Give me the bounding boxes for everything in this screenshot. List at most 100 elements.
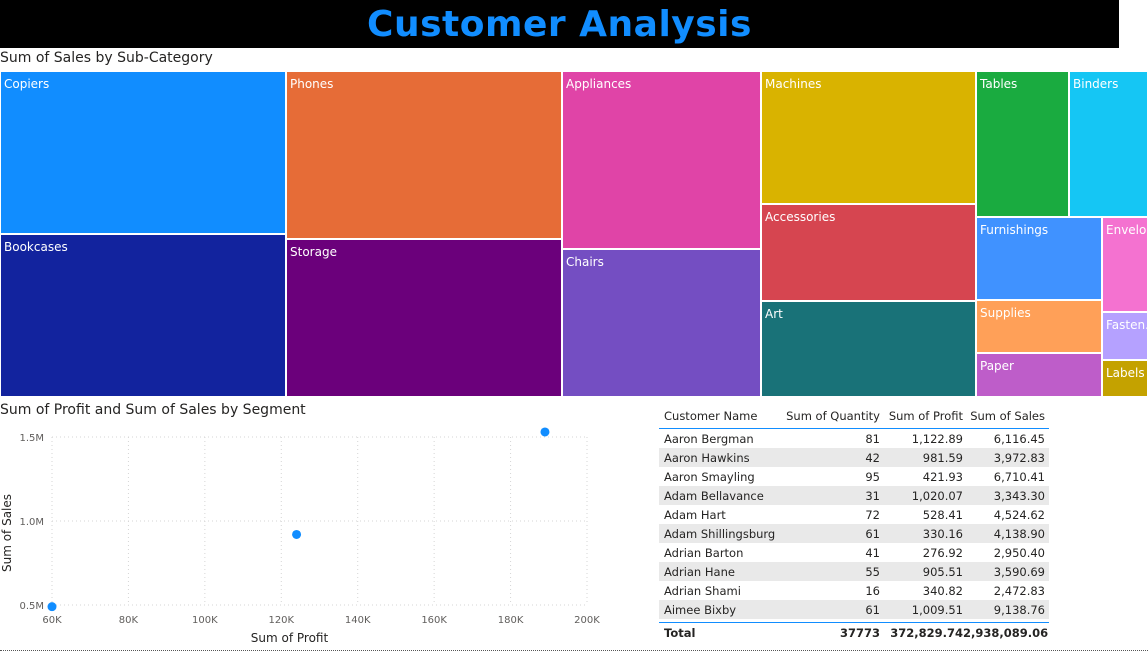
customer-table: Customer Name Sum of Quantity Sum of Pro… (659, 404, 1049, 642)
cell-profit: 905.51 (922, 564, 963, 579)
x-tick-label: 80K (119, 615, 139, 626)
column-header-customer-name[interactable]: Customer Name (659, 409, 783, 423)
treemap-tile-label: Art (765, 307, 783, 321)
total-quantity: 37773 (839, 625, 880, 640)
cell-profit: 340.82 (922, 583, 963, 598)
treemap-tile-phones[interactable]: Phones (286, 71, 562, 239)
treemap-tile-label: Tables (980, 77, 1018, 91)
cell-quantity: 81 (865, 431, 880, 446)
treemap-tile-bookcases[interactable]: Bookcases (0, 234, 286, 397)
scatter-point[interactable] (540, 427, 550, 437)
y-tick-label: 1.0M (19, 517, 44, 528)
scatter-point[interactable] (292, 529, 302, 539)
treemap-tile-envelo[interactable]: Envelo... (1102, 217, 1148, 312)
treemap-tile-label: Furnishings (980, 223, 1049, 237)
x-tick-label: 100K (192, 615, 218, 626)
scatter-point[interactable] (47, 602, 57, 612)
column-header-sum-of-profit[interactable]: Sum of Profit (880, 409, 963, 423)
cell-profit: 528.41 (922, 507, 963, 522)
table-row[interactable]: Aimee Bixby 61 1,009.51 9,138.76 (659, 600, 1049, 619)
table-row[interactable]: Adam Shillingsburg 61 330.16 4,138.90 (659, 524, 1049, 543)
cell-customer-name: Adam Bellavance (664, 488, 764, 503)
treemap-tile-label: Phones (290, 77, 334, 91)
profit-sales-scatter-chart: 60K 80K 100K 120K 140K 160K 180K 200K 0.5M 1.0M 1.… (0, 427, 600, 645)
cell-customer-name: Aaron Smayling (664, 469, 755, 484)
treemap-tile-chairs[interactable]: Chairs (562, 249, 761, 397)
treemap-tile-label: Machines (765, 77, 822, 91)
treemap-tile-machines[interactable]: Machines (761, 71, 976, 204)
treemap-tile-label: Accessories (765, 210, 836, 224)
treemap-tile-label: Chairs (566, 255, 604, 269)
cell-sales: 3,590.69 (993, 564, 1045, 579)
treemap-tile-art[interactable]: Art (761, 301, 976, 397)
table-row[interactable]: Adrian Shami 16 340.82 2,472.83 (659, 581, 1049, 600)
cell-sales: 2,472.83 (993, 583, 1045, 598)
cell-sales: 4,138.90 (993, 526, 1045, 541)
x-tick-label: 60K (42, 615, 62, 626)
treemap-tile-label: Copiers (4, 77, 50, 91)
table-row[interactable]: Adam Bellavance 31 1,020.07 3,343.30 (659, 486, 1049, 505)
cell-sales: 6,710.41 (993, 469, 1045, 484)
cell-profit: 330.16 (922, 526, 963, 541)
table-body: Aaron Bergman 81 1,122.89 6,116.45 Aaron Ha… (659, 429, 1049, 619)
cell-customer-name: Adrian Barton (664, 545, 744, 560)
cell-profit: 1,020.07 (911, 488, 963, 503)
total-sales: 2,938,089.06 (963, 625, 1049, 640)
treemap-tile-paper[interactable]: Paper (976, 353, 1102, 397)
column-header-sum-of-sales[interactable]: Sum of Sales (963, 409, 1045, 423)
table-row[interactable]: Aaron Hawkins 42 981.59 3,972.83 (659, 448, 1049, 467)
cell-customer-name: Aaron Bergman (664, 431, 754, 446)
x-axis-title: Sum of Profit (251, 631, 329, 645)
cell-sales: 6,116.45 (993, 431, 1045, 446)
treemap-tile-storage[interactable]: Storage (286, 239, 562, 397)
x-tick-label: 200K (574, 615, 600, 626)
cell-sales: 9,138.76 (993, 602, 1045, 617)
total-label: Total (664, 625, 696, 640)
cell-quantity: 31 (865, 488, 880, 503)
treemap-tile-fasten[interactable]: Fasten... (1102, 312, 1148, 360)
table-row[interactable]: Adrian Barton 41 276.92 2,950.40 (659, 543, 1049, 562)
cell-sales: 2,950.40 (993, 545, 1045, 560)
cell-profit: 1,009.51 (911, 602, 963, 617)
cell-profit: 276.92 (922, 545, 963, 560)
treemap-tile-label: Binders (1073, 77, 1119, 91)
cell-quantity: 95 (865, 469, 880, 484)
sales-by-subcategory-treemap: Copiers Bookcases Phones Storage Appliances C… (0, 71, 1148, 397)
cell-customer-name: Adam Hart (664, 507, 726, 522)
treemap-tile-appliances[interactable]: Appliances (562, 71, 761, 249)
cell-profit: 981.59 (922, 450, 963, 465)
treemap-tile-label: Paper (980, 359, 1014, 373)
treemap-tile-binders[interactable]: Binders (1069, 71, 1148, 217)
column-header-sum-of-quantity[interactable]: Sum of Quantity (783, 409, 880, 423)
page-bottom-divider (0, 650, 1148, 651)
cell-quantity: 55 (865, 564, 880, 579)
cell-quantity: 41 (865, 545, 880, 560)
cell-profit: 421.93 (922, 469, 963, 484)
cell-customer-name: Adrian Shami (664, 583, 741, 598)
treemap-tile-label: Bookcases (4, 240, 68, 254)
cell-quantity: 72 (865, 507, 880, 522)
treemap-tile-label: Storage (290, 245, 337, 259)
report-title: Customer Analysis (367, 3, 752, 45)
cell-customer-name: Aaron Hawkins (664, 450, 750, 465)
table-row[interactable]: Aaron Bergman 81 1,122.89 6,116.45 (659, 429, 1049, 448)
treemap-tile-label: Supplies (980, 306, 1031, 320)
table-row[interactable]: Adam Hart 72 528.41 4,524.62 (659, 505, 1049, 524)
treemap-tile-label: Envelo... (1106, 223, 1147, 237)
treemap-tile-supplies[interactable]: Supplies (976, 300, 1102, 353)
cell-quantity: 61 (865, 526, 880, 541)
cell-quantity: 42 (865, 450, 880, 465)
table-row[interactable]: Adrian Hane 55 905.51 3,590.69 (659, 562, 1049, 581)
treemap-tile-furnishings[interactable]: Furnishings (976, 217, 1102, 300)
treemap-tile-accessories[interactable]: Accessories (761, 204, 976, 301)
table-row[interactable]: Aaron Smayling 95 421.93 6,710.41 (659, 467, 1049, 486)
treemap-tile-tables[interactable]: Tables (976, 71, 1069, 217)
treemap-tile-labels[interactable]: Labels (1102, 360, 1148, 397)
cell-customer-name: Adam Shillingsburg (664, 526, 776, 541)
table-total-row: Total 37773 372,829.74 2,938,089.06 (659, 622, 1049, 642)
scatter-title: Sum of Profit and Sum of Sales by Segmen… (0, 402, 306, 418)
cell-quantity: 61 (865, 602, 880, 617)
treemap-tile-copiers[interactable]: Copiers (0, 71, 286, 234)
total-profit: 372,829.74 (890, 625, 963, 640)
cell-customer-name: Adrian Hane (664, 564, 735, 579)
